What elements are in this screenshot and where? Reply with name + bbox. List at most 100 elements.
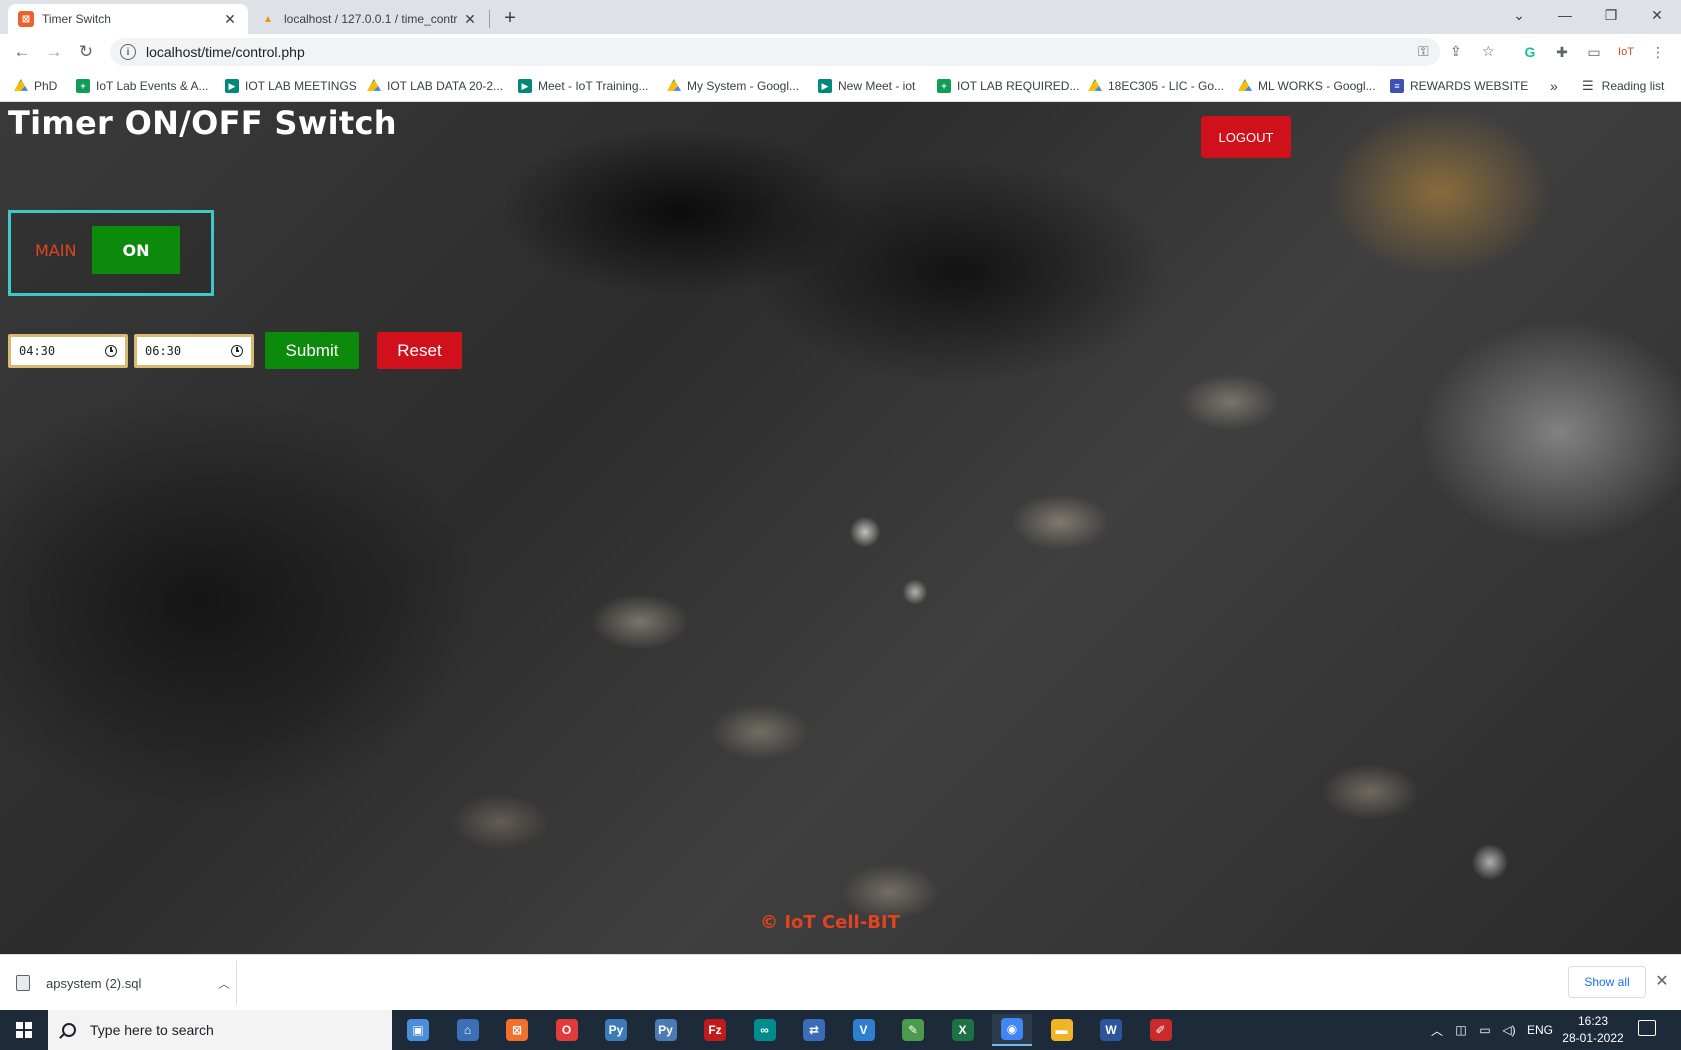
forms-icon: ≡ bbox=[1390, 79, 1404, 93]
clock-icon[interactable] bbox=[105, 345, 117, 357]
main-switch-panel: MAIN ON bbox=[8, 210, 214, 296]
taskbar-app-xampp[interactable]: ⊠ bbox=[497, 1014, 537, 1046]
page-content: Timer ON/OFF Switch LOGOUT MAIN ON 04:30… bbox=[0, 102, 1681, 954]
network-icon[interactable]: ▭ bbox=[1476, 1010, 1494, 1050]
switch-label: MAIN bbox=[35, 241, 77, 260]
system-clock[interactable]: 16:23 28-01-2022 bbox=[1560, 1013, 1626, 1047]
drive-icon bbox=[1238, 79, 1252, 91]
word-icon: W bbox=[1100, 1019, 1122, 1041]
grammarly-icon[interactable]: G bbox=[1520, 42, 1540, 62]
reading-list-button[interactable]: ☰ Reading list bbox=[1582, 76, 1664, 96]
window-close-button[interactable]: ✕ bbox=[1634, 0, 1680, 30]
bookmark-rewards-website[interactable]: ≡ REWARDS WEBSITE bbox=[1390, 76, 1528, 96]
download-item[interactable]: apsystem (2).sql ︿ bbox=[16, 967, 236, 999]
taskbar-app-excel[interactable]: X bbox=[943, 1014, 983, 1046]
taskbar-app-file-explorer[interactable]: ▬ bbox=[1042, 1014, 1082, 1046]
share-icon[interactable]: ⇪ bbox=[1450, 43, 1462, 60]
clock-date: 28-01-2022 bbox=[1562, 1031, 1624, 1045]
cast-icon[interactable]: ▭ bbox=[1584, 42, 1604, 62]
chrome-icon: ◉ bbox=[1001, 1018, 1023, 1040]
close-tab-icon[interactable]: ✕ bbox=[222, 11, 238, 27]
taskbar-app-filezilla[interactable]: Fz bbox=[695, 1014, 735, 1046]
reading-list-icon: ☰ bbox=[1582, 78, 1594, 93]
taskbar-app-task-view[interactable]: ▣ bbox=[398, 1014, 438, 1046]
taskbar-app-vs[interactable]: V bbox=[844, 1014, 884, 1046]
bookmark-iot-lab-meetings[interactable]: ▶ IOT LAB MEETINGS bbox=[225, 76, 357, 96]
download-file-name: apsystem (2).sql bbox=[46, 975, 142, 991]
tab-timer-switch[interactable]: ⊠ Timer Switch ✕ bbox=[8, 4, 248, 34]
taskbar-app-chrome[interactable]: ◉ bbox=[992, 1014, 1032, 1046]
bookmarks-bar: PhD + IoT Lab Events & A... ▶ IOT LAB MEET… bbox=[0, 70, 1681, 102]
end-time-input[interactable]: 06:30 bbox=[134, 334, 254, 368]
back-arrow-icon[interactable]: ← bbox=[10, 40, 34, 64]
arduino-icon: ∞ bbox=[753, 1019, 776, 1041]
close-tab-icon[interactable]: ✕ bbox=[462, 11, 478, 27]
switch-on-toggle[interactable]: ON bbox=[92, 226, 180, 274]
taskbar-app-arduino[interactable]: ∞ bbox=[745, 1014, 785, 1046]
drive-icon bbox=[367, 79, 381, 91]
bookmark-star-icon[interactable]: ☆ bbox=[1482, 43, 1495, 60]
taskbar-app-network-pc[interactable]: ⌂ bbox=[448, 1014, 488, 1046]
restore-button[interactable]: ❐ bbox=[1588, 0, 1634, 30]
submit-button[interactable]: Submit bbox=[265, 332, 359, 369]
taskbar-app-paint[interactable]: ✐ bbox=[1141, 1014, 1181, 1046]
bookmarks-overflow-chevron-icon[interactable]: » bbox=[1550, 76, 1558, 96]
taskbar-app-python-idle[interactable]: Py bbox=[646, 1014, 686, 1046]
xampp-favicon-icon: ⊠ bbox=[18, 11, 34, 27]
taskbar-app-opera[interactable]: O bbox=[547, 1014, 587, 1046]
browser-toolbar: ← → ↻ i localhost/time/control.php ⚿ ⇪ ☆… bbox=[0, 34, 1681, 70]
address-bar[interactable]: i localhost/time/control.php bbox=[110, 38, 1440, 66]
meet-icon: ▶ bbox=[225, 79, 239, 93]
key-icon[interactable]: ⚿ bbox=[1418, 43, 1429, 60]
bookmark-18ec305-lic[interactable]: 18EC305 - LIC - Go... bbox=[1088, 76, 1224, 96]
taskbar-app-notepad[interactable]: ✎ bbox=[893, 1014, 933, 1046]
chevron-up-icon[interactable]: ︿ bbox=[218, 975, 232, 992]
bookmark-iot-lab-events[interactable]: + IoT Lab Events & A... bbox=[76, 76, 209, 96]
download-divider bbox=[236, 961, 237, 1005]
filezilla-icon: Fz bbox=[704, 1019, 726, 1041]
show-all-button[interactable]: Show all bbox=[1568, 966, 1646, 998]
iot-extension-icon[interactable]: IoT bbox=[1616, 42, 1636, 62]
sheets-icon: + bbox=[937, 79, 951, 93]
extensions-puzzle-icon[interactable]: ✚ bbox=[1552, 42, 1572, 62]
notifications-icon[interactable] bbox=[1638, 1020, 1656, 1036]
tab-phpmyadmin[interactable]: ▲ localhost / 127.0.0.1 / time_contr ✕ bbox=[250, 4, 488, 34]
logout-button[interactable]: LOGOUT bbox=[1201, 116, 1291, 158]
meet-icon: ▶ bbox=[518, 79, 532, 93]
taskbar-app-network-tool[interactable]: ⇄ bbox=[794, 1014, 834, 1046]
notepad-icon: ✎ bbox=[902, 1019, 924, 1041]
language-indicator[interactable]: ENG bbox=[1524, 1010, 1556, 1050]
site-info-icon[interactable]: i bbox=[120, 44, 136, 60]
minimize-button[interactable]: — bbox=[1542, 0, 1588, 30]
forward-arrow-icon[interactable]: → bbox=[42, 40, 66, 64]
tab-divider bbox=[489, 10, 490, 28]
network-pc-icon: ⌂ bbox=[456, 1019, 479, 1041]
volume-icon[interactable]: ◁) bbox=[1500, 1010, 1518, 1050]
tray-chevron-up-icon[interactable]: ︿ bbox=[1428, 1010, 1446, 1050]
meet-now-icon[interactable]: ◫ bbox=[1452, 1010, 1470, 1050]
bookmark-iot-lab-required[interactable]: + IOT LAB REQUIRED... bbox=[937, 76, 1079, 96]
page-title: Timer ON/OFF Switch bbox=[8, 104, 397, 142]
bookmark-meet-iot-training[interactable]: ▶ Meet - IoT Training... bbox=[518, 76, 649, 96]
clock-icon[interactable] bbox=[231, 345, 243, 357]
bookmark-ml-works[interactable]: ML WORKS - Googl... bbox=[1238, 76, 1376, 96]
new-tab-button[interactable]: + bbox=[498, 6, 522, 30]
bookmark-my-system[interactable]: My System - Googl... bbox=[667, 76, 799, 96]
start-button[interactable] bbox=[0, 1010, 48, 1050]
taskbar-app-word[interactable]: W bbox=[1091, 1014, 1131, 1046]
taskbar-search-box[interactable]: Type here to search bbox=[48, 1010, 392, 1050]
windows-taskbar: Type here to search ▣ ⌂ ⊠ O Py Py Fz ∞ ⇄ V ✎ X ◉ ▬ W ✐ … bbox=[0, 1010, 1681, 1050]
clock-time: 16:23 bbox=[1577, 1014, 1609, 1028]
reset-button[interactable]: Reset bbox=[377, 332, 462, 369]
bookmark-iot-lab-data[interactable]: IOT LAB DATA 20-2... bbox=[367, 76, 503, 96]
taskbar-app-python[interactable]: Py bbox=[596, 1014, 636, 1046]
windows-logo-icon bbox=[16, 1022, 32, 1038]
tab-title: localhost / 127.0.0.1 / time_contr bbox=[284, 12, 458, 26]
tab-search-icon[interactable]: ⌄ bbox=[1496, 0, 1542, 30]
reload-icon[interactable]: ↻ bbox=[74, 40, 98, 64]
bookmark-phd[interactable]: PhD bbox=[14, 76, 57, 96]
start-time-input[interactable]: 04:30 bbox=[8, 334, 128, 368]
menu-kebab-icon[interactable]: ⋮ bbox=[1648, 42, 1668, 62]
bookmark-new-meet-iot[interactable]: ▶ New Meet - iot bbox=[818, 76, 915, 96]
close-download-bar-icon[interactable]: ✕ bbox=[1652, 971, 1672, 991]
